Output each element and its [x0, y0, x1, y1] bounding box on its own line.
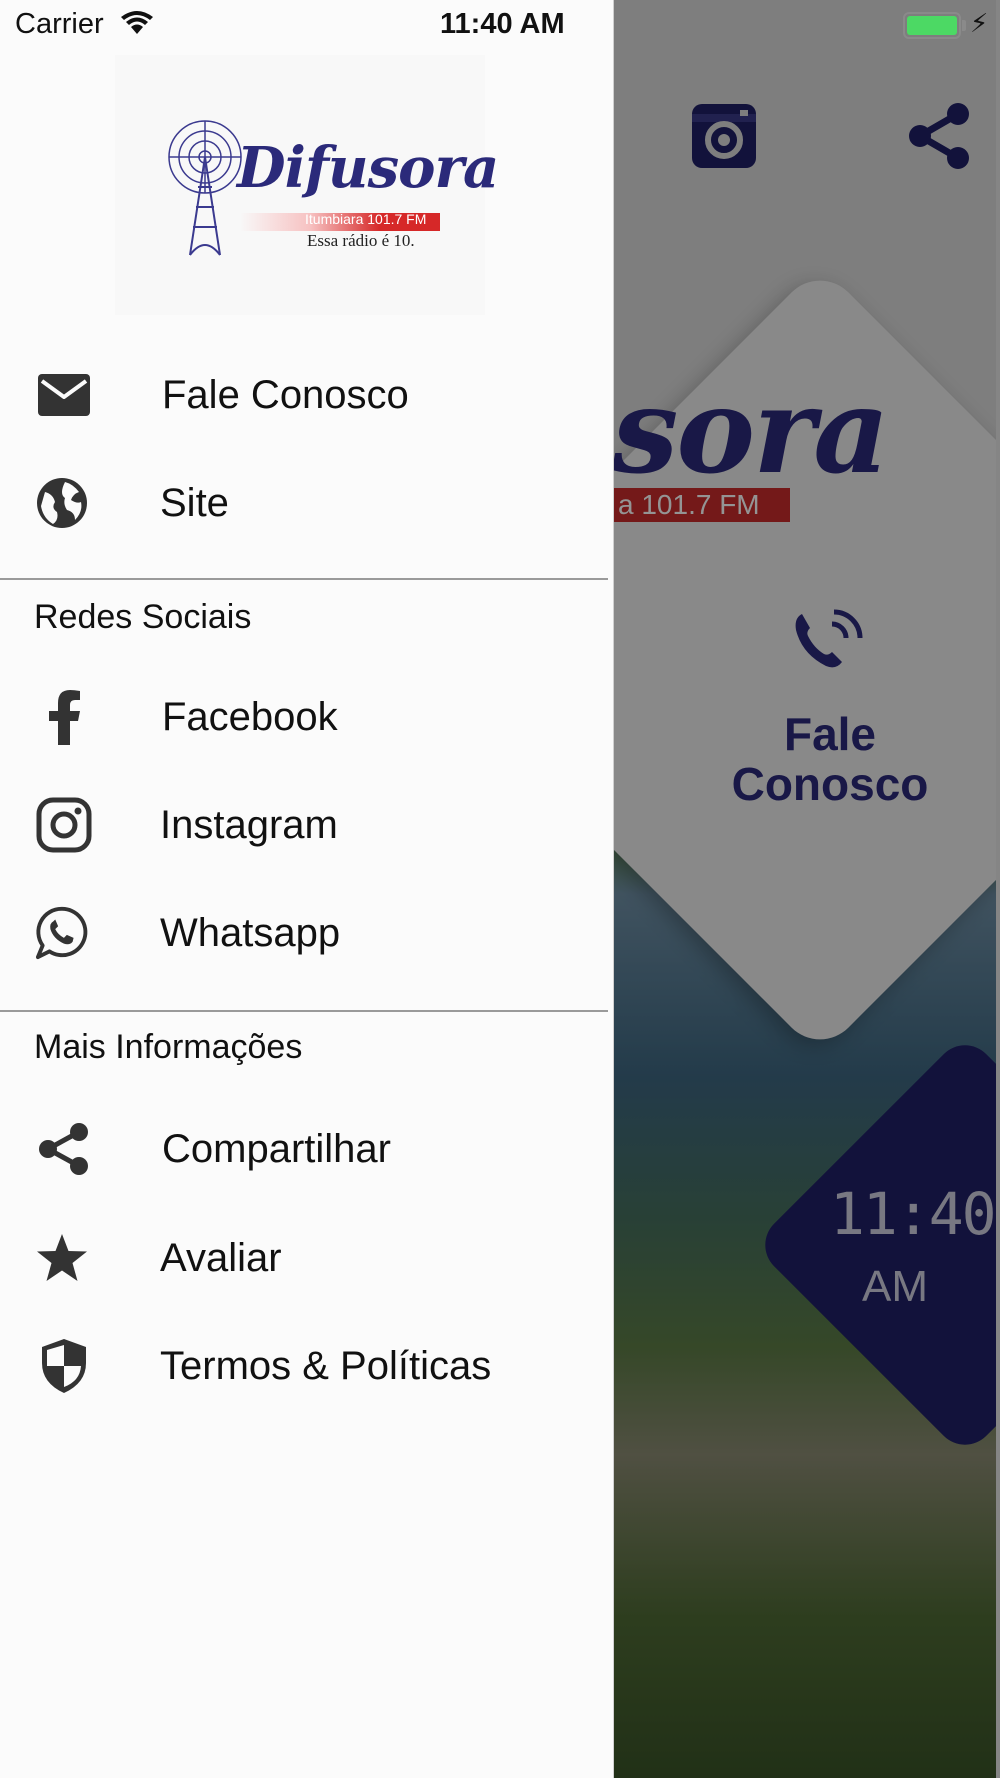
menu-label-fale-conosco: Fale Conosco	[162, 373, 409, 417]
section-title-mais-informacoes: Mais Informações	[34, 1028, 303, 1066]
menu-label-compartilhar: Compartilhar	[162, 1127, 391, 1171]
menu-item-fale-conosco[interactable]: Fale Conosco	[0, 343, 614, 443]
instagram-icon	[36, 797, 92, 853]
mail-icon	[36, 367, 92, 423]
share-icon	[36, 1121, 92, 1177]
menu-label-avaliar: Avaliar	[160, 1236, 282, 1280]
whatsapp-icon	[34, 905, 90, 961]
menu-item-site[interactable]: Site	[0, 451, 614, 551]
menu-label-whatsapp: Whatsapp	[160, 911, 341, 955]
wifi-icon	[120, 10, 154, 41]
menu-label-instagram: Instagram	[160, 803, 338, 847]
battery-icon	[903, 12, 961, 39]
charging-bolt-icon: ⚡	[970, 8, 989, 38]
logo-frequency: Itumbiara 101.7 FM	[305, 211, 427, 227]
menu-item-avaliar[interactable]: Avaliar	[0, 1206, 614, 1306]
station-logo: Difusora Itumbiara 101.7 FM Essa rádio é…	[115, 55, 499, 315]
status-time: 11:40 AM	[440, 8, 565, 40]
divider	[0, 578, 608, 580]
globe-icon	[34, 475, 90, 531]
status-bar: Carrier 11:40 AM ⚡	[0, 0, 1000, 50]
battery-nub	[962, 20, 966, 31]
section-title-redes-sociais: Redes Sociais	[34, 598, 252, 636]
logo-brand-text: Difusora	[237, 135, 499, 201]
carrier-label: Carrier	[15, 8, 104, 40]
menu-item-instagram[interactable]: Instagram	[0, 773, 614, 873]
menu-item-facebook[interactable]: Facebook	[0, 665, 614, 765]
star-icon	[34, 1230, 90, 1286]
menu-item-compartilhar[interactable]: Compartilhar	[0, 1097, 614, 1197]
menu-label-termos-politicas: Termos & Políticas	[160, 1344, 492, 1388]
menu-item-termos-politicas[interactable]: Termos & Políticas	[0, 1314, 614, 1414]
menu-label-site: Site	[160, 481, 229, 525]
divider	[0, 1010, 608, 1012]
menu-label-facebook: Facebook	[162, 695, 338, 739]
menu-item-whatsapp[interactable]: Whatsapp	[0, 881, 614, 981]
side-drawer: Difusora Itumbiara 101.7 FM Essa rádio é…	[0, 0, 614, 1778]
logo-tagline: Essa rádio é 10.	[307, 231, 415, 250]
shield-icon	[36, 1338, 92, 1394]
facebook-icon	[36, 689, 92, 745]
drawer-dim-overlay[interactable]	[614, 0, 1000, 1778]
